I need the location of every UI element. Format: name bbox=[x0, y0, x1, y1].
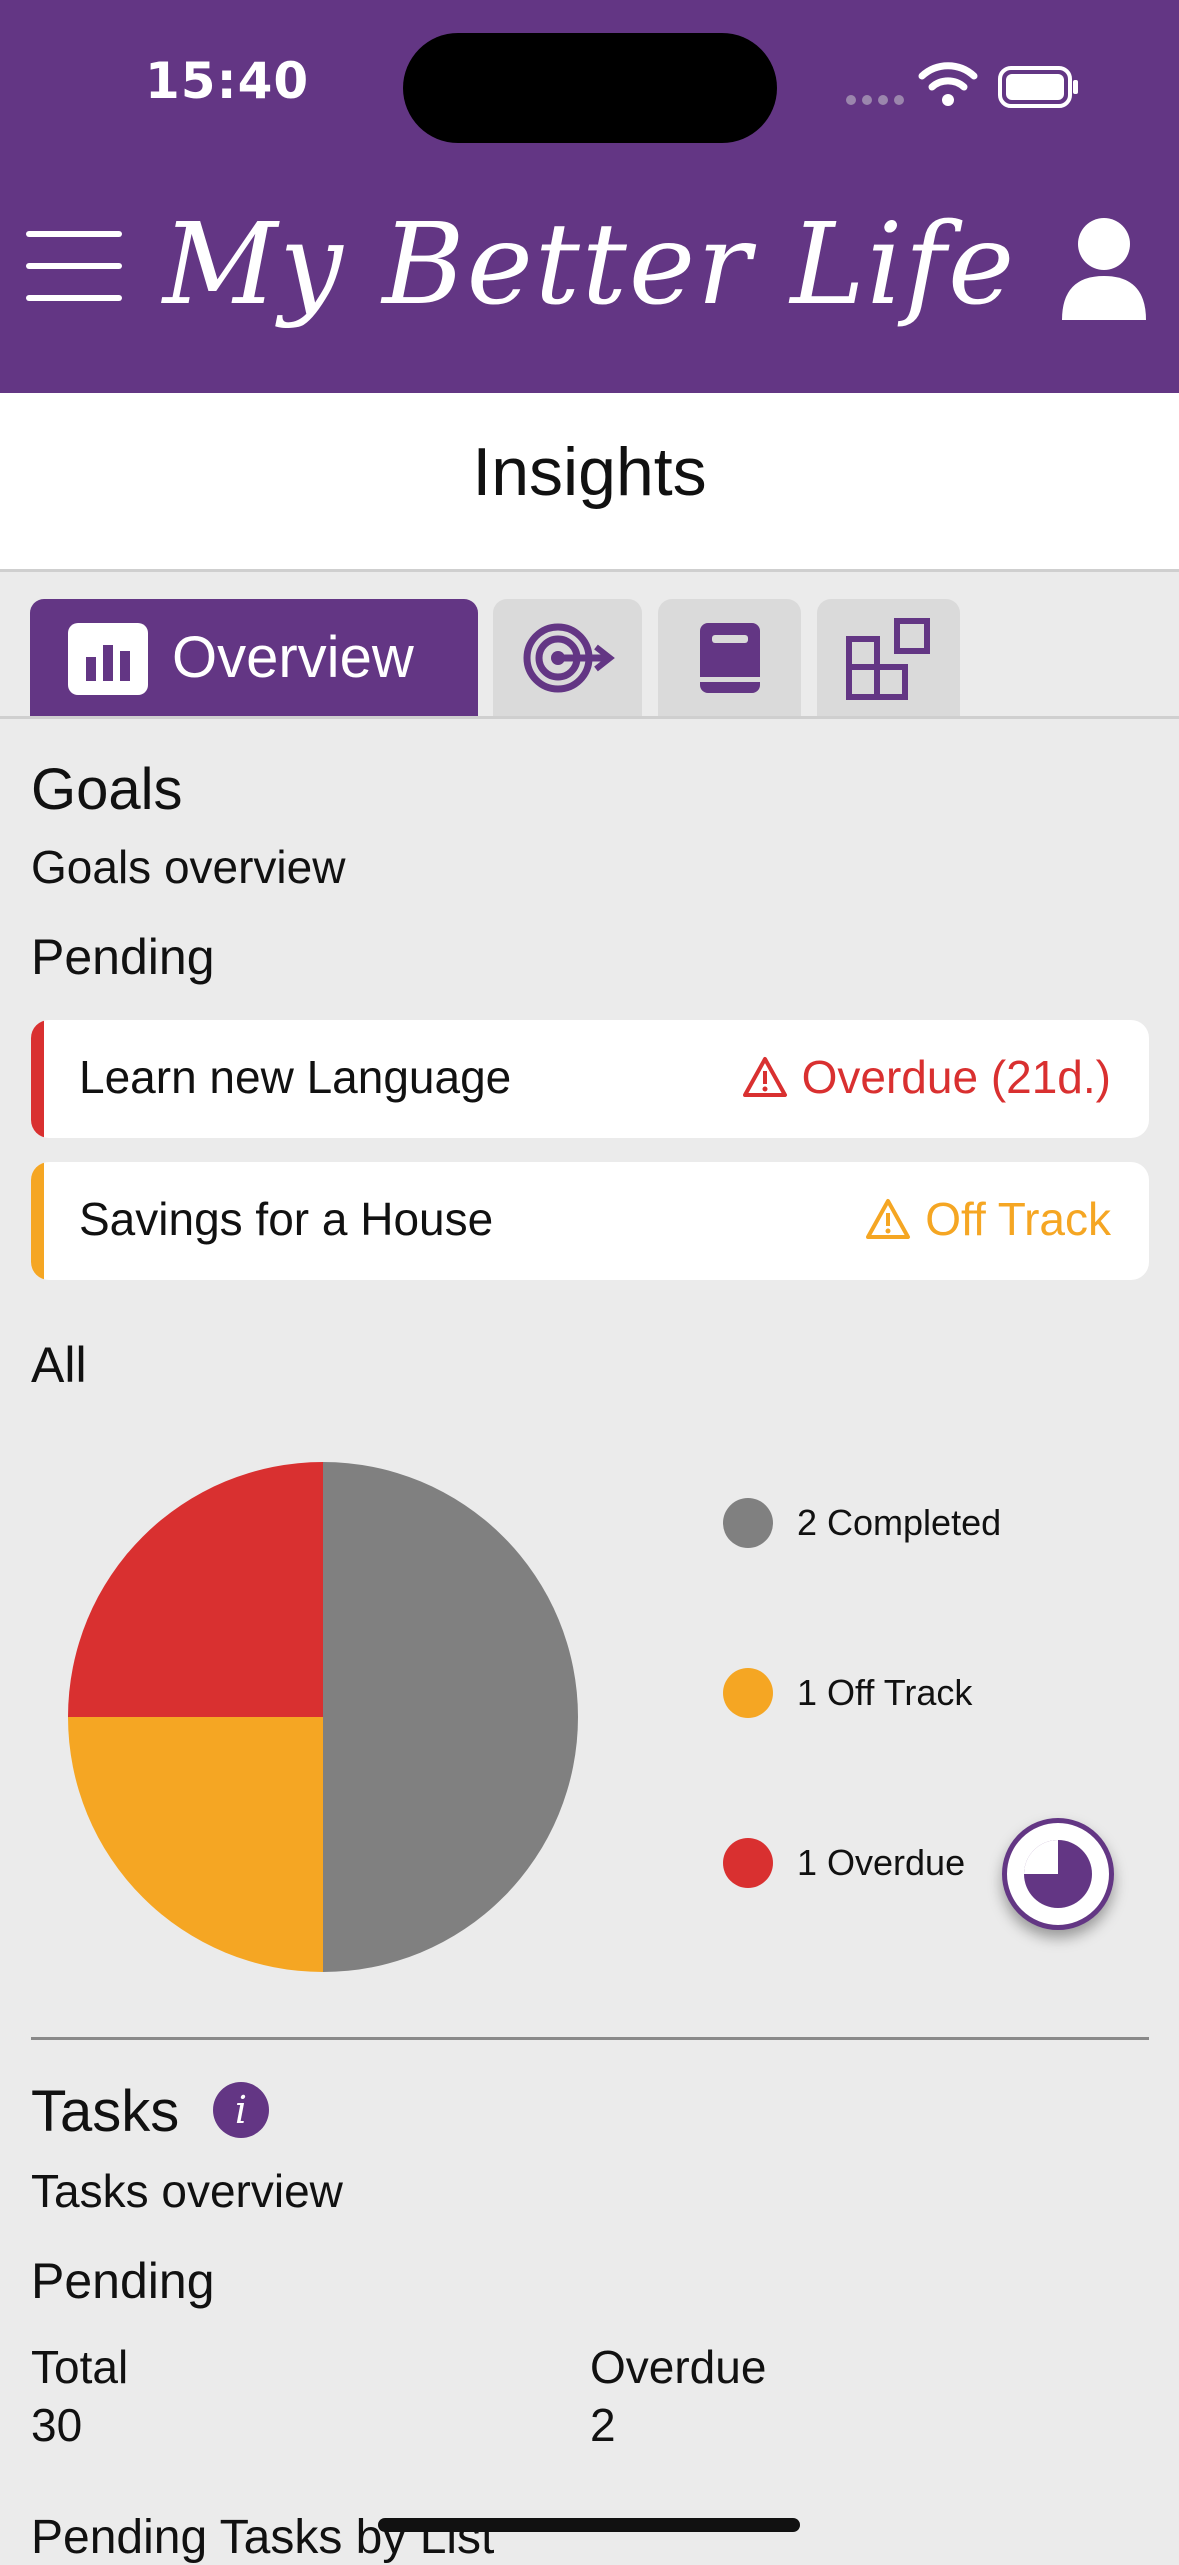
tasks-total-label: Total bbox=[31, 2341, 129, 2393]
tab-goals[interactable] bbox=[493, 599, 642, 717]
goal-card-learn-language[interactable]: Learn new Language Overdue (21d.) bbox=[31, 1020, 1149, 1138]
insights-fab-button[interactable] bbox=[1002, 1818, 1114, 1930]
goals-pending-heading: Pending bbox=[31, 929, 215, 985]
legend-label: 1 Overdue bbox=[797, 1842, 966, 1883]
app-title: My Better Life bbox=[162, 200, 1017, 330]
legend-label: 1 Off Track bbox=[797, 1672, 973, 1713]
wifi-icon bbox=[918, 62, 978, 106]
legend-label: 2 Completed bbox=[797, 1502, 1002, 1543]
legend-dot-overdue bbox=[723, 1838, 773, 1888]
tasks-heading: Tasks bbox=[31, 2079, 180, 2144]
target-icon bbox=[523, 623, 615, 693]
pie-chart-icon bbox=[1024, 1840, 1092, 1908]
goal-name: Savings for a House bbox=[79, 1193, 494, 1245]
pie-slice-completed bbox=[323, 1462, 578, 1972]
tasks-overdue-value: 2 bbox=[590, 2399, 616, 2451]
page-title: Insights bbox=[472, 434, 707, 510]
cellular-signal-icon bbox=[846, 95, 904, 105]
goals-subtitle: Goals overview bbox=[31, 841, 346, 893]
goal-status-bar bbox=[31, 1020, 44, 1138]
goal-status-text: Overdue (21d.) bbox=[801, 1051, 1111, 1103]
app-header: 15:40 My Better Life bbox=[0, 0, 1179, 393]
section-divider bbox=[31, 2037, 1149, 2040]
goal-status-text: Off Track bbox=[925, 1193, 1111, 1245]
goal-status: Overdue (21d.) bbox=[742, 1050, 1111, 1104]
warning-icon bbox=[742, 1057, 787, 1097]
goal-name: Learn new Language bbox=[79, 1051, 512, 1103]
page-title-bar: Insights bbox=[0, 393, 1179, 572]
tab-overview[interactable]: Overview bbox=[30, 599, 478, 717]
home-indicator bbox=[378, 2518, 800, 2532]
goals-all-heading: All bbox=[31, 1337, 87, 1393]
tab-widgets[interactable] bbox=[817, 599, 960, 717]
tasks-subtitle: Tasks overview bbox=[31, 2165, 343, 2217]
tasks-overdue-label: Overdue bbox=[590, 2341, 767, 2393]
tab-overview-label: Overview bbox=[172, 625, 414, 690]
dynamic-island bbox=[403, 33, 777, 143]
legend-item-off-track: 1 Off Track bbox=[723, 1667, 972, 1719]
legend-item-overdue: 1 Overdue bbox=[723, 1837, 965, 1889]
status-time: 15:40 bbox=[145, 52, 310, 110]
tasks-total-value: 30 bbox=[31, 2399, 83, 2451]
goals-pie-chart bbox=[68, 1462, 578, 1972]
warning-icon bbox=[866, 1199, 911, 1239]
legend-dot-off-track bbox=[723, 1668, 773, 1718]
battery-icon bbox=[998, 66, 1078, 108]
goal-card-savings-house[interactable]: Savings for a House Off Track bbox=[31, 1162, 1149, 1280]
profile-icon[interactable] bbox=[1056, 214, 1152, 322]
book-icon bbox=[700, 623, 760, 693]
tab-journal[interactable] bbox=[658, 599, 801, 717]
tasks-pending-heading: Pending bbox=[31, 2253, 215, 2309]
info-icon[interactable]: i bbox=[213, 2082, 269, 2138]
pie-slice-overdue bbox=[68, 1462, 323, 1717]
legend-dot-completed bbox=[723, 1498, 773, 1548]
widgets-icon bbox=[846, 618, 930, 700]
goal-status-bar bbox=[31, 1162, 44, 1280]
goals-heading: Goals bbox=[31, 757, 183, 822]
goal-status: Off Track bbox=[865, 1192, 1111, 1246]
legend-item-completed: 2 Completed bbox=[723, 1497, 1001, 1549]
tabs-underline bbox=[0, 716, 1179, 719]
bar-chart-icon bbox=[68, 623, 148, 695]
pie-slice-off-track bbox=[68, 1717, 323, 1972]
